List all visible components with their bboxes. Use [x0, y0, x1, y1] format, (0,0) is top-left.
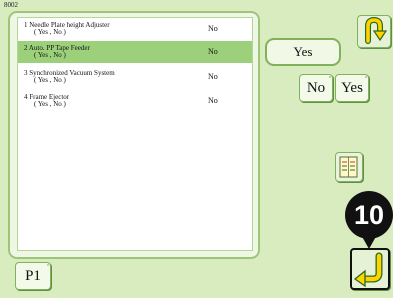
setting-options: ( Yes , No ): [34, 51, 66, 59]
corner-mark-icon: ▫: [46, 263, 49, 269]
setting-row-pp-tape-feeder[interactable]: 2 Auto. PP Tape Feeder ( Yes , No ) No: [18, 41, 252, 63]
setting-value: No: [208, 24, 218, 33]
yes-button-label: Yes: [341, 80, 363, 96]
back-button[interactable]: [357, 15, 391, 48]
enter-button[interactable]: [350, 248, 390, 290]
setting-value: No: [208, 47, 218, 56]
setting-row-vacuum-system[interactable]: 3 Synchronized Vacuum System ( Yes , No …: [18, 66, 252, 88]
manual-button[interactable]: [335, 152, 363, 182]
current-value-display: Yes: [265, 38, 341, 66]
callout-marker: 10: [345, 191, 393, 239]
page-label: P1: [25, 268, 41, 284]
setting-row-needle-plate[interactable]: 1 Needle Plate height Adjuster ( Yes , N…: [18, 18, 252, 40]
no-button-label: No: [306, 80, 326, 96]
manual-book-icon: [339, 156, 358, 178]
settings-list: 1 Needle Plate height Adjuster ( Yes , N…: [17, 17, 253, 251]
setting-value: No: [208, 96, 218, 105]
corner-mark-icon: ▫: [328, 75, 331, 81]
u-turn-arrow-icon: [365, 16, 388, 44]
corner-mark-icon: ▫: [364, 75, 367, 81]
setting-options: ( Yes , No ): [34, 100, 66, 108]
enter-arrow-icon: [353, 252, 383, 288]
callout-pointer-icon: [360, 233, 378, 249]
yes-button[interactable]: Yes ▫: [335, 74, 369, 102]
page-button[interactable]: P1 ▫: [15, 262, 51, 290]
screen-id: 8002: [4, 1, 18, 9]
setting-row-frame-ejector[interactable]: 4 Frame Ejector ( Yes , No ) No: [18, 90, 252, 112]
settings-panel: 1 Needle Plate height Adjuster ( Yes , N…: [8, 11, 260, 259]
no-button[interactable]: No ▫: [299, 74, 333, 102]
setting-options: ( Yes , No ): [34, 76, 66, 84]
setting-value: No: [208, 72, 218, 81]
setting-options: ( Yes , No ): [34, 28, 66, 36]
